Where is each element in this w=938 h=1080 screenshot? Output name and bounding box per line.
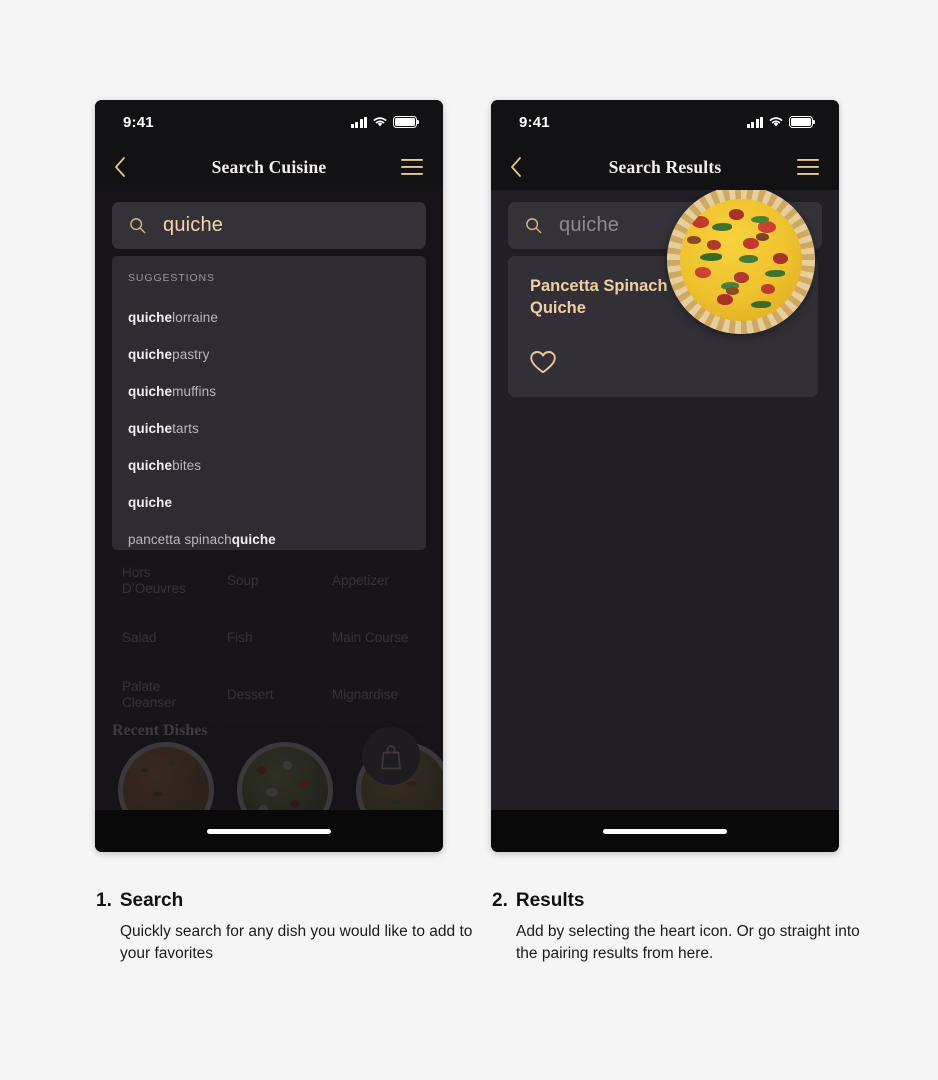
search-icon	[130, 218, 146, 234]
search-input-value: quiche	[559, 214, 620, 236]
suggestion-item[interactable]: quiche bites	[128, 447, 426, 484]
search-input-value: quiche	[163, 214, 224, 236]
category-cell[interactable]: Main Course	[322, 610, 426, 666]
suggestion-match: quiche	[231, 532, 276, 547]
status-bar-icons	[746, 116, 816, 128]
wifi-icon	[769, 117, 783, 127]
screen-results: 9:41 Search Results quiche Pancetta Spin…	[491, 100, 839, 852]
recent-dish-salad[interactable]	[231, 742, 339, 810]
home-indicator-area	[95, 810, 443, 852]
screen-search: 9:41 Search Cuisine Hors D’Oeuvres Soup …	[95, 100, 443, 852]
quiche-filling	[680, 199, 802, 321]
status-bar-time: 9:41	[123, 113, 154, 131]
caption-number: 1.	[96, 890, 112, 911]
caption-number: 2.	[492, 890, 508, 911]
nav-bar: Search Results	[491, 144, 839, 190]
category-cell[interactable]: Salad	[112, 610, 216, 666]
suggestions-header: SUGGESTIONS	[128, 272, 215, 284]
category-cell[interactable]: Mignardise	[322, 667, 426, 723]
category-cell[interactable]: Fish	[217, 610, 321, 666]
phone-mockup-results: 9:41 Search Results quiche Pancetta Spin…	[491, 100, 839, 852]
suggestion-rest: muffins	[172, 384, 217, 399]
category-cell[interactable]: Dessert	[217, 667, 321, 723]
suggestion-rest: pancetta spinach	[128, 532, 232, 547]
back-chevron-icon[interactable]	[508, 155, 524, 179]
wifi-icon	[373, 117, 387, 127]
screen-body-results: quiche Pancetta Spinach Quiche	[491, 190, 839, 810]
caption-heading: 2. Results	[492, 890, 882, 912]
recent-dish-soup[interactable]	[112, 742, 220, 810]
shopping-bag-button[interactable]	[362, 727, 420, 785]
suggestion-match: quiche	[128, 310, 173, 325]
result-title: Pancetta Spinach Quiche	[530, 277, 668, 317]
suggestion-item[interactable]: pancetta spinach quiche	[128, 521, 426, 558]
heart-outline-icon	[530, 351, 556, 374]
page-title: Search Results	[608, 156, 722, 177]
suggestion-rest: pastry	[172, 347, 210, 362]
suggestion-item[interactable]: quiche	[128, 484, 426, 521]
suggestion-item[interactable]: quiche lorraine	[128, 299, 426, 336]
caption-body: Add by selecting the heart icon. Or go s…	[516, 923, 860, 963]
category-cell[interactable]: Soup	[217, 553, 321, 609]
category-cell[interactable]: Palate Cleanser	[112, 667, 216, 723]
home-indicator[interactable]	[603, 828, 727, 834]
signal-bars-icon	[350, 116, 367, 128]
suggestion-match: quiche	[128, 421, 173, 436]
category-cell[interactable]: Hors D’Oeuvres	[112, 553, 216, 609]
nav-bar: Search Cuisine	[95, 144, 443, 190]
quiche-photo	[667, 190, 815, 334]
caption-body: Quickly search for any dish you would li…	[120, 923, 473, 963]
suggestion-item[interactable]: quiche tarts	[128, 410, 426, 447]
suggestion-rest: bites	[172, 458, 202, 473]
caption-title: Results	[515, 890, 585, 911]
suggestion-rest: tarts	[172, 421, 199, 436]
caption-heading: 1. Search	[96, 890, 486, 912]
status-bar-time: 9:41	[519, 113, 550, 131]
status-bar-icons	[350, 116, 420, 128]
hamburger-menu-icon[interactable]	[401, 159, 423, 175]
suggestion-match: quiche	[128, 495, 173, 510]
battery-icon	[789, 116, 816, 128]
signal-bars-icon	[746, 116, 763, 128]
home-indicator[interactable]	[207, 828, 331, 834]
battery-icon	[393, 116, 420, 128]
caption-title: Search	[119, 890, 184, 911]
screen-body-search: Hors D’Oeuvres Soup Appetizer Salad Fish…	[95, 190, 443, 810]
suggestion-match: quiche	[128, 384, 173, 399]
suggestion-item[interactable]: quiche muffins	[128, 373, 426, 410]
suggestion-rest: lorraine	[172, 310, 218, 325]
status-bar: 9:41	[95, 100, 443, 144]
suggestions-panel: SUGGESTIONS quiche lorraine quiche pastr…	[112, 256, 426, 550]
home-indicator-area	[491, 810, 839, 852]
recent-dishes-heading: Recent Dishes	[112, 722, 208, 739]
suggestion-item[interactable]: quiche pastry	[128, 336, 426, 373]
hamburger-menu-icon[interactable]	[797, 159, 819, 175]
caption-search: 1. Search Quickly search for any dish yo…	[96, 890, 486, 966]
page-title: Search Cuisine	[211, 156, 327, 177]
search-icon	[526, 218, 542, 234]
salad-bowl-image	[237, 742, 333, 810]
soup-bowl-image	[118, 742, 214, 810]
caption-results: 2. Results Add by selecting the heart ic…	[492, 890, 882, 966]
suggestion-match: quiche	[128, 347, 173, 362]
suggestion-match: quiche	[128, 458, 173, 473]
search-input[interactable]: quiche	[112, 202, 426, 249]
phone-mockup-search: 9:41 Search Cuisine Hors D’Oeuvres Soup …	[95, 100, 443, 852]
status-bar: 9:41	[491, 100, 839, 144]
category-grid: Hors D’Oeuvres Soup Appetizer Salad Fish…	[112, 553, 426, 723]
category-cell[interactable]: Appetizer	[322, 553, 426, 609]
favorite-button[interactable]	[529, 350, 557, 380]
back-chevron-icon[interactable]	[112, 155, 128, 179]
shopping-bag-icon	[381, 744, 401, 769]
